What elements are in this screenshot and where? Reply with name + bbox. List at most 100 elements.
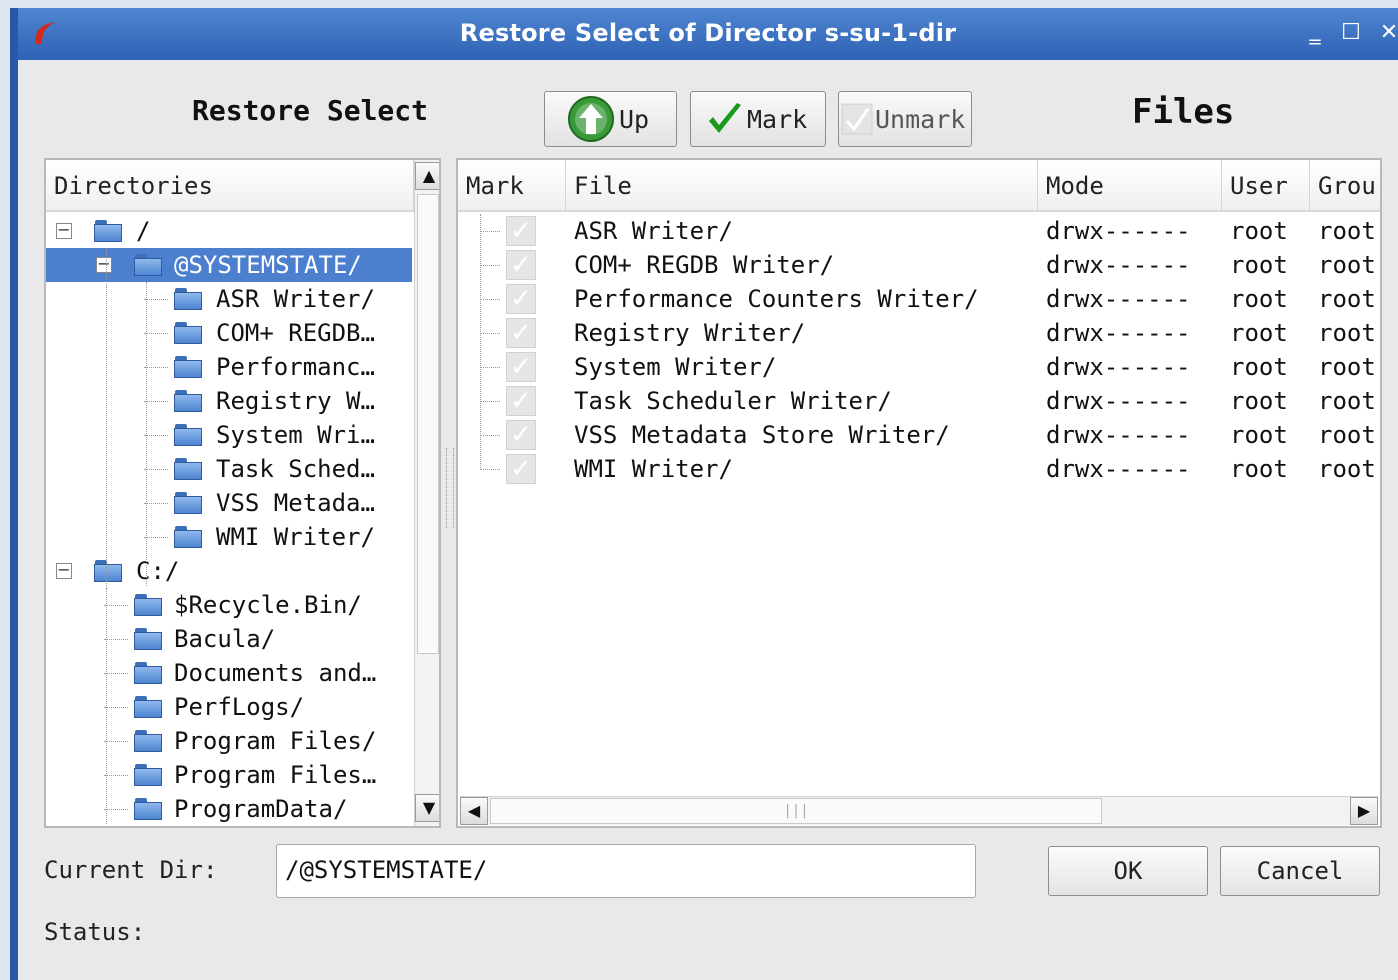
directory-tree-item[interactable]: Registry W… bbox=[46, 384, 412, 418]
directory-tree-item[interactable]: − C:/ bbox=[46, 554, 412, 588]
directory-tree-item[interactable]: $Recycle.Bin/ bbox=[46, 588, 412, 622]
directory-tree-item-label: ASR Writer/ bbox=[216, 285, 375, 313]
user-cell: root bbox=[1230, 387, 1288, 415]
scroll-left-arrow-icon[interactable]: ◀ bbox=[460, 797, 488, 825]
maximize-icon[interactable]: ☐ bbox=[1338, 20, 1364, 46]
up-arrow-icon bbox=[568, 96, 614, 142]
files-horizontal-scrollbar[interactable]: ◀ ||| ▶ bbox=[460, 796, 1378, 825]
minimize-icon[interactable]: ‗ bbox=[1302, 20, 1328, 46]
column-header-mode[interactable]: Mode bbox=[1038, 160, 1222, 212]
directory-tree-item[interactable]: − @SYSTEMSTATE/ bbox=[46, 248, 412, 282]
file-name-cell: WMI Writer/ bbox=[574, 455, 733, 483]
scroll-down-arrow-icon[interactable]: ▼ bbox=[415, 794, 439, 822]
directories-vertical-scrollbar[interactable]: ▲ ▼ bbox=[414, 160, 439, 826]
folder-icon bbox=[134, 730, 162, 752]
directory-tree-item[interactable]: Program Files/ bbox=[46, 724, 412, 758]
mark-checkbox-icon[interactable]: ✓ bbox=[506, 318, 536, 348]
tree-connector-line bbox=[144, 469, 168, 470]
directory-tree-item-label: Documents and… bbox=[174, 659, 377, 687]
tree-connector-line bbox=[144, 503, 168, 504]
directory-tree-item[interactable]: COM+ REGDB… bbox=[46, 316, 412, 350]
folder-icon bbox=[174, 492, 202, 514]
tree-connector-line bbox=[144, 299, 168, 300]
folder-icon bbox=[134, 628, 162, 650]
table-row[interactable]: ✓ WMI Writer/drwx------ root root bbox=[458, 452, 1378, 486]
column-header-group[interactable]: Grou bbox=[1310, 160, 1380, 212]
mark-checkbox-icon[interactable]: ✓ bbox=[506, 454, 536, 484]
files-table[interactable]: Mark File Mode User Grou ✓ ASR Writer/drwx---… bbox=[456, 158, 1382, 828]
mark-checkbox-icon[interactable]: ✓ bbox=[506, 216, 536, 246]
group-cell: root bbox=[1318, 387, 1376, 415]
tree-connector-line bbox=[104, 707, 128, 708]
directories-column-header[interactable]: Directories bbox=[46, 160, 414, 212]
directory-tree-item[interactable]: WMI Writer/ bbox=[46, 520, 412, 554]
folder-icon bbox=[174, 424, 202, 446]
directory-tree-item-label: System Wri… bbox=[216, 421, 375, 449]
table-row[interactable]: ✓ System Writer/drwx------ root root bbox=[458, 350, 1378, 384]
close-icon[interactable]: ✕ bbox=[1376, 20, 1398, 46]
window-title: Restore Select of Director s-su-1-dir bbox=[459, 19, 957, 47]
directories-scrollbar-thumb[interactable] bbox=[417, 194, 439, 654]
directory-tree-item-label: Task Sched… bbox=[216, 455, 375, 483]
directory-tree-item[interactable]: − / bbox=[46, 214, 412, 248]
mark-checkbox-icon[interactable]: ✓ bbox=[506, 386, 536, 416]
group-cell: root bbox=[1318, 455, 1376, 483]
scroll-right-arrow-icon[interactable]: ▶ bbox=[1350, 797, 1378, 825]
table-row[interactable]: ✓ Task Scheduler Writer/drwx------ root roo… bbox=[458, 384, 1378, 418]
directory-tree-item[interactable]: Performanc… bbox=[46, 350, 412, 384]
column-header-file[interactable]: File bbox=[566, 160, 1038, 212]
user-cell: root bbox=[1230, 353, 1288, 381]
table-row[interactable]: ✓ ASR Writer/drwx------ root root bbox=[458, 214, 1378, 248]
tree-connector-line bbox=[480, 299, 500, 300]
directories-tree[interactable]: Directories − / − @SYSTEMSTATE/ASR Writer/C… bbox=[44, 158, 441, 828]
table-row[interactable]: ✓ Performance Counters Writer/drwx------ r… bbox=[458, 282, 1378, 316]
panel-splitter-handle[interactable] bbox=[446, 448, 454, 528]
folder-icon bbox=[174, 390, 202, 412]
directory-tree-item[interactable]: Documents and… bbox=[46, 656, 412, 690]
collapse-toggle-icon[interactable]: − bbox=[96, 256, 112, 273]
directory-tree-item[interactable]: System Wri… bbox=[46, 418, 412, 452]
directory-tree-item[interactable]: PerfLogs/ bbox=[46, 690, 412, 724]
column-header-user[interactable]: User bbox=[1222, 160, 1310, 212]
collapse-toggle-icon[interactable]: − bbox=[56, 222, 72, 239]
directory-tree-item[interactable]: ProgramData/ bbox=[46, 792, 412, 826]
folder-icon bbox=[134, 594, 162, 616]
cancel-button[interactable]: Cancel bbox=[1220, 846, 1380, 896]
title-bar[interactable]: Restore Select of Director s-su-1-dir ‗ … bbox=[18, 8, 1398, 60]
up-button[interactable]: Up bbox=[544, 91, 677, 147]
directory-tree-item[interactable]: Task Sched… bbox=[46, 452, 412, 486]
current-dir-field[interactable]: /@SYSTEMSTATE/ bbox=[276, 844, 976, 898]
user-cell: root bbox=[1230, 251, 1288, 279]
folder-icon bbox=[134, 662, 162, 684]
table-row[interactable]: ✓ VSS Metadata Store Writer/drwx------ roo… bbox=[458, 418, 1378, 452]
directory-tree-item-label: Bacula/ bbox=[174, 625, 276, 653]
file-name-cell: Task Scheduler Writer/ bbox=[574, 387, 892, 415]
mark-checkbox-icon[interactable]: ✓ bbox=[506, 420, 536, 450]
mark-checkbox-icon[interactable]: ✓ bbox=[506, 250, 536, 280]
scroll-up-arrow-icon[interactable]: ▲ bbox=[415, 162, 439, 190]
mark-checkbox-icon[interactable]: ✓ bbox=[506, 352, 536, 382]
directory-tree-item[interactable]: ASR Writer/ bbox=[46, 282, 412, 316]
directory-tree-item-label: / bbox=[136, 217, 151, 245]
table-row[interactable]: ✓ COM+ REGDB Writer/drwx------ root root bbox=[458, 248, 1378, 282]
ok-button[interactable]: OK bbox=[1048, 846, 1208, 896]
files-scrollbar-thumb[interactable]: ||| bbox=[490, 798, 1102, 824]
tree-connector-line bbox=[480, 469, 500, 470]
mark-checkbox-icon[interactable]: ✓ bbox=[506, 284, 536, 314]
mark-button[interactable]: Mark bbox=[690, 91, 826, 147]
mode-cell: drwx------ bbox=[1046, 387, 1191, 415]
folder-icon bbox=[174, 526, 202, 548]
table-row[interactable]: ✓ Registry Writer/drwx------ root root bbox=[458, 316, 1378, 350]
tree-connector-line bbox=[104, 741, 128, 742]
column-header-mark[interactable]: Mark bbox=[458, 160, 566, 212]
file-name-cell: Performance Counters Writer/ bbox=[574, 285, 979, 313]
collapse-toggle-icon[interactable]: − bbox=[56, 562, 72, 579]
user-cell: root bbox=[1230, 217, 1288, 245]
unmark-button[interactable]: Unmark bbox=[838, 91, 972, 147]
unchecked-box-icon bbox=[841, 103, 873, 135]
directory-tree-item[interactable]: Program Files… bbox=[46, 758, 412, 792]
directory-tree-item[interactable]: Bacula/ bbox=[46, 622, 412, 656]
directory-tree-item[interactable]: VSS Metada… bbox=[46, 486, 412, 520]
file-name-cell: Registry Writer/ bbox=[574, 319, 806, 347]
tree-connector-line bbox=[144, 537, 168, 538]
